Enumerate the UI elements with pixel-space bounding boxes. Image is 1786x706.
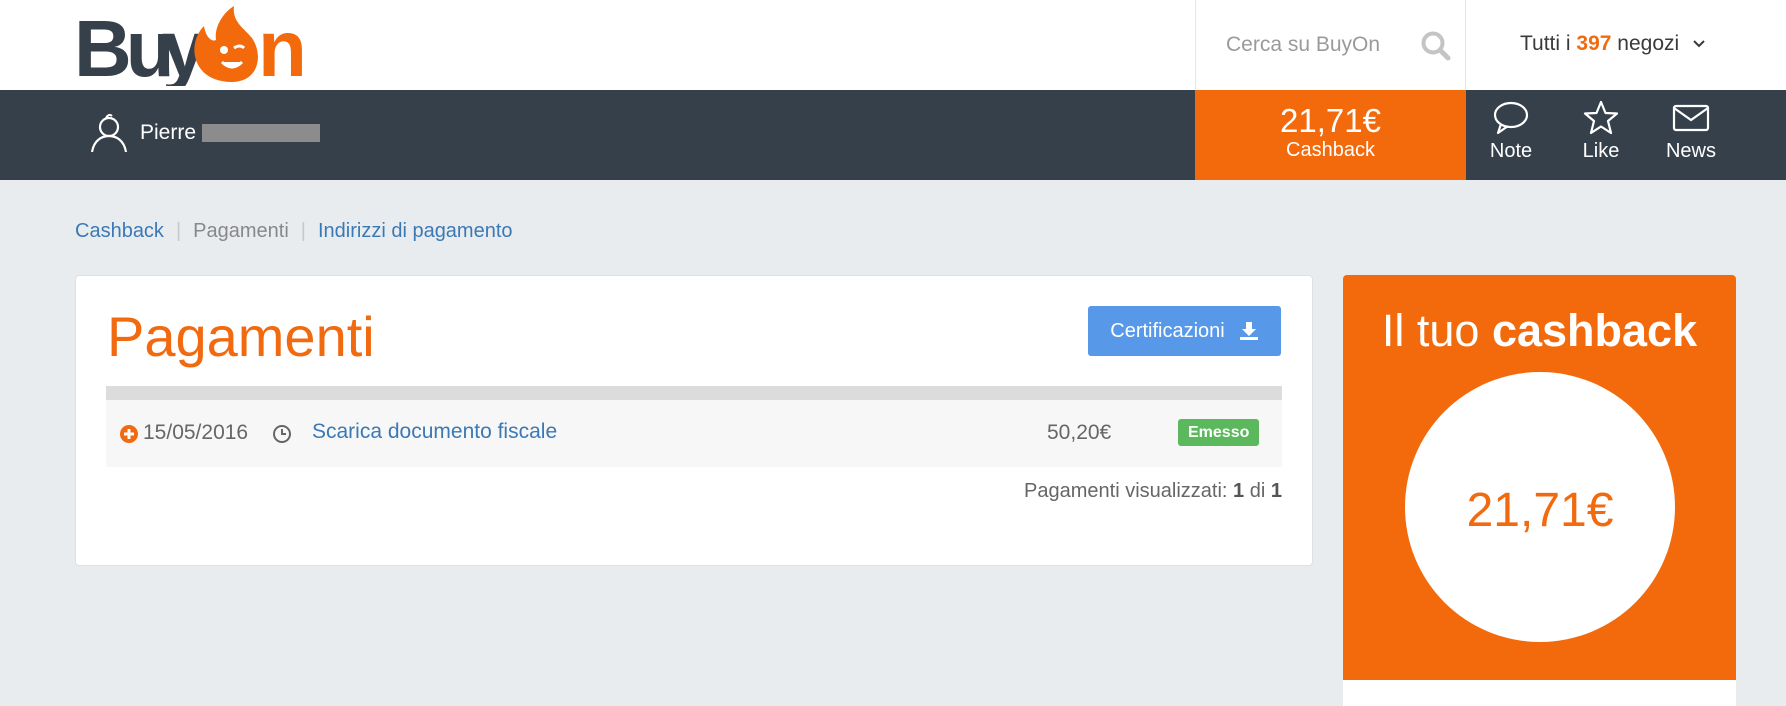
envelope-icon bbox=[1652, 100, 1730, 136]
stores-prefix: Tutti i bbox=[1520, 32, 1571, 55]
cashback-summary[interactable]: 21,71€ Cashback bbox=[1195, 90, 1466, 180]
pager-shown: 1 bbox=[1233, 480, 1245, 502]
expand-plus-icon[interactable] bbox=[119, 424, 139, 444]
payment-amount: 50,20€ bbox=[1047, 421, 1112, 444]
user-bar: Pierre 21,71€ Cashback Note Like News bbox=[0, 90, 1786, 180]
cashback-total: 21,71€ bbox=[1466, 484, 1614, 537]
breadcrumb-pagamenti: Pagamenti bbox=[193, 220, 289, 242]
clock-icon bbox=[272, 424, 292, 444]
pagination-info: Pagamenti visualizzati: 1 di 1 bbox=[1024, 480, 1282, 503]
pager-sep: di bbox=[1249, 480, 1266, 502]
table-header bbox=[106, 386, 1282, 400]
table-row: 15/05/2016 Scarica documento fiscale 50,… bbox=[106, 400, 1282, 467]
breadcrumb-indirizzi[interactable]: Indirizzi di pagamento bbox=[318, 220, 513, 243]
cashback-panel-body: Il tuo cashback 21,71€ bbox=[1343, 275, 1736, 680]
nav-note-label: Note bbox=[1489, 140, 1533, 162]
stores-suffix: negozi bbox=[1617, 32, 1680, 55]
top-header: Bu y n Tutti i 397 negozi bbox=[0, 0, 1786, 90]
cashback-panel: Il tuo cashback 21,71€ bbox=[1343, 275, 1736, 706]
cashback-label: Cashback bbox=[1286, 139, 1375, 161]
search-icon[interactable] bbox=[1420, 30, 1452, 62]
page-title: Pagamenti bbox=[107, 305, 375, 368]
nav-news[interactable]: News bbox=[1652, 100, 1730, 163]
cashback-title-bold: cashback bbox=[1491, 305, 1698, 356]
nav-note[interactable]: Note bbox=[1472, 100, 1550, 163]
certificazioni-label: Certificazioni bbox=[1110, 319, 1225, 342]
pager-total: 1 bbox=[1270, 480, 1282, 502]
pager-prefix: Pagamenti visualizzati: bbox=[1024, 480, 1228, 502]
nav-like-label: Like bbox=[1582, 140, 1620, 162]
svg-text:Bu: Bu bbox=[74, 4, 170, 86]
payments-card: Pagamenti Certificazioni 15/05/2016 Scar… bbox=[75, 275, 1313, 566]
chevron-down-icon bbox=[1693, 30, 1705, 54]
cashback-panel-footer bbox=[1343, 680, 1736, 706]
cashback-amount: 21,71€ bbox=[1280, 102, 1381, 139]
user-name: Pierre bbox=[140, 121, 197, 144]
cashback-circle: 21,71€ bbox=[1405, 372, 1675, 642]
stores-count: 397 bbox=[1576, 32, 1612, 55]
nav-like[interactable]: Like bbox=[1562, 100, 1640, 163]
user-profile[interactable]: Pierre bbox=[88, 112, 321, 154]
breadcrumb: Cashback | Pagamenti | Indirizzi di paga… bbox=[75, 220, 513, 243]
status-badge: Emesso bbox=[1178, 419, 1260, 446]
star-icon bbox=[1562, 100, 1640, 136]
download-icon bbox=[1239, 322, 1258, 340]
search-box bbox=[1195, 0, 1466, 90]
user-icon bbox=[88, 112, 130, 154]
breadcrumb-separator: | bbox=[175, 220, 182, 242]
breadcrumb-separator: | bbox=[300, 220, 306, 242]
download-document-link[interactable]: Scarica documento fiscale bbox=[312, 420, 557, 444]
svg-text:n: n bbox=[258, 4, 303, 86]
breadcrumb-cashback[interactable]: Cashback bbox=[75, 220, 164, 243]
stores-dropdown[interactable]: Tutti i 397 negozi bbox=[1520, 30, 1705, 56]
payment-date: 15/05/2016 bbox=[143, 421, 249, 444]
redacted-surname bbox=[202, 124, 321, 142]
cashback-panel-title: Il tuo cashback bbox=[1343, 305, 1736, 357]
search-input[interactable] bbox=[1226, 28, 1406, 62]
cashback-title-light: Il tuo bbox=[1381, 305, 1480, 356]
buyon-logo[interactable]: Bu y n bbox=[74, 4, 314, 86]
nav-news-label: News bbox=[1665, 140, 1716, 162]
certificazioni-button[interactable]: Certificazioni bbox=[1088, 306, 1281, 356]
speech-bubble-icon bbox=[1472, 100, 1550, 136]
